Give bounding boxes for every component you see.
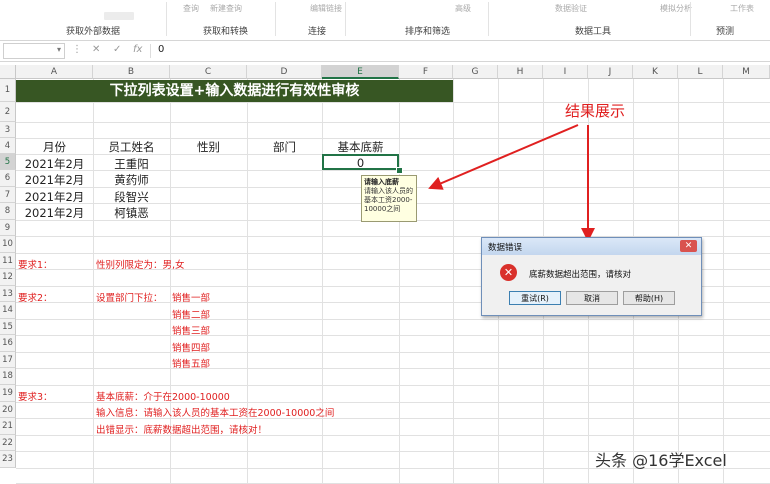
help-button[interactable]: 帮助(H)	[623, 291, 675, 305]
data-error-dialog: 数据错误 ✕ ✕ 底薪数据超出范围，请核对 重试(R) 取消 帮助(H)	[481, 237, 702, 316]
dialog-title: 数据错误	[488, 243, 523, 253]
watermark: 头条 @16学Excel	[595, 451, 727, 470]
dialog-titlebar[interactable]: 数据错误 ✕	[482, 238, 701, 255]
error-icon: ✕	[500, 264, 517, 281]
result-annotation: 结果展示	[565, 102, 626, 120]
close-icon[interactable]: ✕	[680, 240, 697, 252]
retry-button[interactable]: 重试(R)	[509, 291, 561, 305]
arrow-to-tooltip	[428, 124, 579, 190]
dialog-message: 底薪数据超出范围，请核对	[529, 270, 632, 280]
cancel-button[interactable]: 取消	[566, 291, 618, 305]
